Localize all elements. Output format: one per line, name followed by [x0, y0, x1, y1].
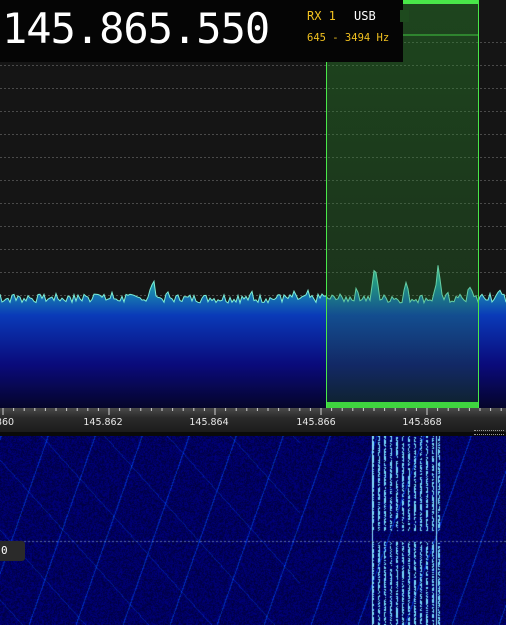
mode-label[interactable]: USB	[354, 9, 376, 23]
scale-label-first: 860	[0, 417, 15, 428]
waterfall-time-marker[interactable]: 0	[0, 541, 25, 561]
bandwidth-label: 645 - 3494 Hz	[307, 32, 390, 44]
frequency-scale[interactable]: 860 145.862 145.864 145.866 145.868	[0, 408, 506, 432]
scale-label: 145.862	[83, 417, 123, 428]
scale-label: 145.864	[189, 417, 229, 428]
scale-label: 145.866	[296, 417, 336, 428]
passband-handle[interactable]	[400, 10, 409, 22]
splitter-grip[interactable]	[474, 430, 504, 435]
frequency-display[interactable]: 145.865.550	[2, 2, 270, 56]
waterfall-display[interactable]	[0, 436, 506, 625]
vfo-panel: 145.865.550 RX 1 USB 645 - 3494 Hz	[0, 0, 409, 62]
scale-label: 145.868	[402, 417, 442, 428]
receiver-label[interactable]: RX 1	[307, 9, 336, 23]
